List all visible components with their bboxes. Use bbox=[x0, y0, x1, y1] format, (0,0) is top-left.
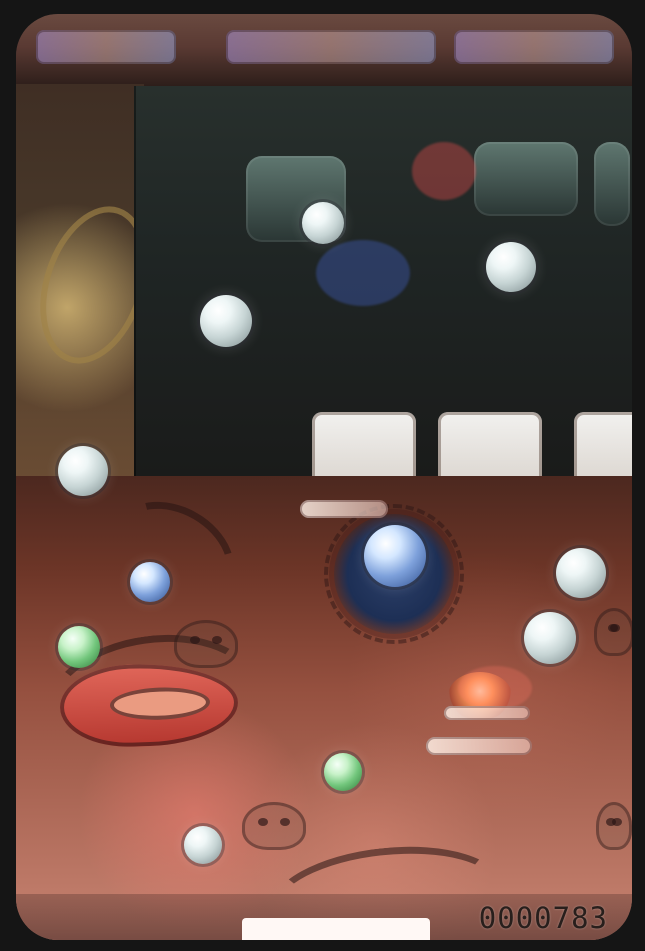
orange-light-effect bbox=[458, 666, 532, 710]
ball-right-top bbox=[556, 548, 606, 598]
ball-bottom-left bbox=[184, 826, 222, 864]
ball-upper-center bbox=[302, 202, 344, 244]
right-lower-bar bbox=[426, 737, 532, 755]
ball-right-lower bbox=[524, 612, 576, 664]
upper-center-bar bbox=[300, 500, 388, 518]
ball-left-blue bbox=[130, 562, 170, 602]
machine-block-far-right bbox=[594, 142, 630, 226]
red-light-effect bbox=[412, 142, 476, 200]
top-sign-right bbox=[454, 30, 614, 64]
blue-light-effect bbox=[316, 240, 410, 306]
machine-block-right bbox=[474, 142, 578, 216]
right-lower-bar-top bbox=[444, 706, 530, 720]
score-value: 0000783 bbox=[478, 901, 608, 935]
top-sign-left bbox=[36, 30, 176, 64]
game-screen: 0000783 bbox=[0, 0, 645, 951]
dog-face-left bbox=[174, 620, 238, 668]
ball-left-mid bbox=[58, 446, 108, 496]
score-plate bbox=[242, 918, 430, 940]
score-bar: 0000783 bbox=[16, 894, 632, 940]
ball-upper-left bbox=[200, 295, 252, 347]
dog-face-right-top bbox=[594, 608, 632, 656]
dog-face-bottom bbox=[242, 802, 306, 850]
top-arch bbox=[16, 14, 632, 88]
ball-center-lower bbox=[324, 753, 362, 791]
dog-face-right-bottom bbox=[596, 802, 632, 850]
ball-left-lower bbox=[58, 626, 100, 668]
ball-center-bumper bbox=[364, 525, 426, 587]
top-sign-center bbox=[226, 30, 436, 64]
pinball-playfield: 0000783 bbox=[16, 14, 632, 940]
ball-upper-right bbox=[486, 242, 536, 292]
